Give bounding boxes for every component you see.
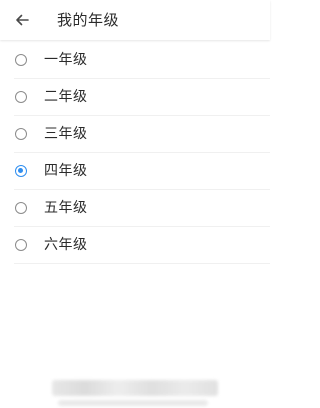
radio-button[interactable] <box>15 91 27 103</box>
grade-list: 一年级 二年级 三年级 四年级 五年级 六年级 <box>0 42 270 264</box>
radio-button[interactable] <box>15 202 27 214</box>
blurred-footer-text <box>58 400 208 406</box>
grade-label: 二年级 <box>44 89 88 105</box>
back-button[interactable] <box>10 8 34 32</box>
grade-option-5[interactable]: 五年级 <box>0 190 270 227</box>
grade-option-3[interactable]: 三年级 <box>0 116 270 153</box>
blurred-footer-text <box>52 380 218 396</box>
grade-label: 三年级 <box>44 126 88 142</box>
grade-screen: 我的年级 一年级 二年级 三年级 四年级 五年级 六年级 <box>0 0 270 408</box>
grade-label: 四年级 <box>44 163 88 179</box>
grade-option-1[interactable]: 一年级 <box>0 42 270 79</box>
grade-label: 一年级 <box>44 52 88 68</box>
radio-button[interactable] <box>15 54 27 66</box>
top-app-bar: 我的年级 <box>0 0 270 40</box>
radio-button[interactable] <box>15 128 27 140</box>
grade-option-4[interactable]: 四年级 <box>0 153 270 190</box>
grade-label: 五年级 <box>44 200 88 216</box>
arrow-left-icon <box>16 14 29 26</box>
grade-option-6[interactable]: 六年级 <box>0 227 270 264</box>
grade-label: 六年级 <box>44 237 88 253</box>
page-title: 我的年级 <box>57 11 120 29</box>
grade-option-2[interactable]: 二年级 <box>0 79 270 116</box>
radio-button-checked[interactable] <box>15 165 27 177</box>
radio-button[interactable] <box>15 239 27 251</box>
